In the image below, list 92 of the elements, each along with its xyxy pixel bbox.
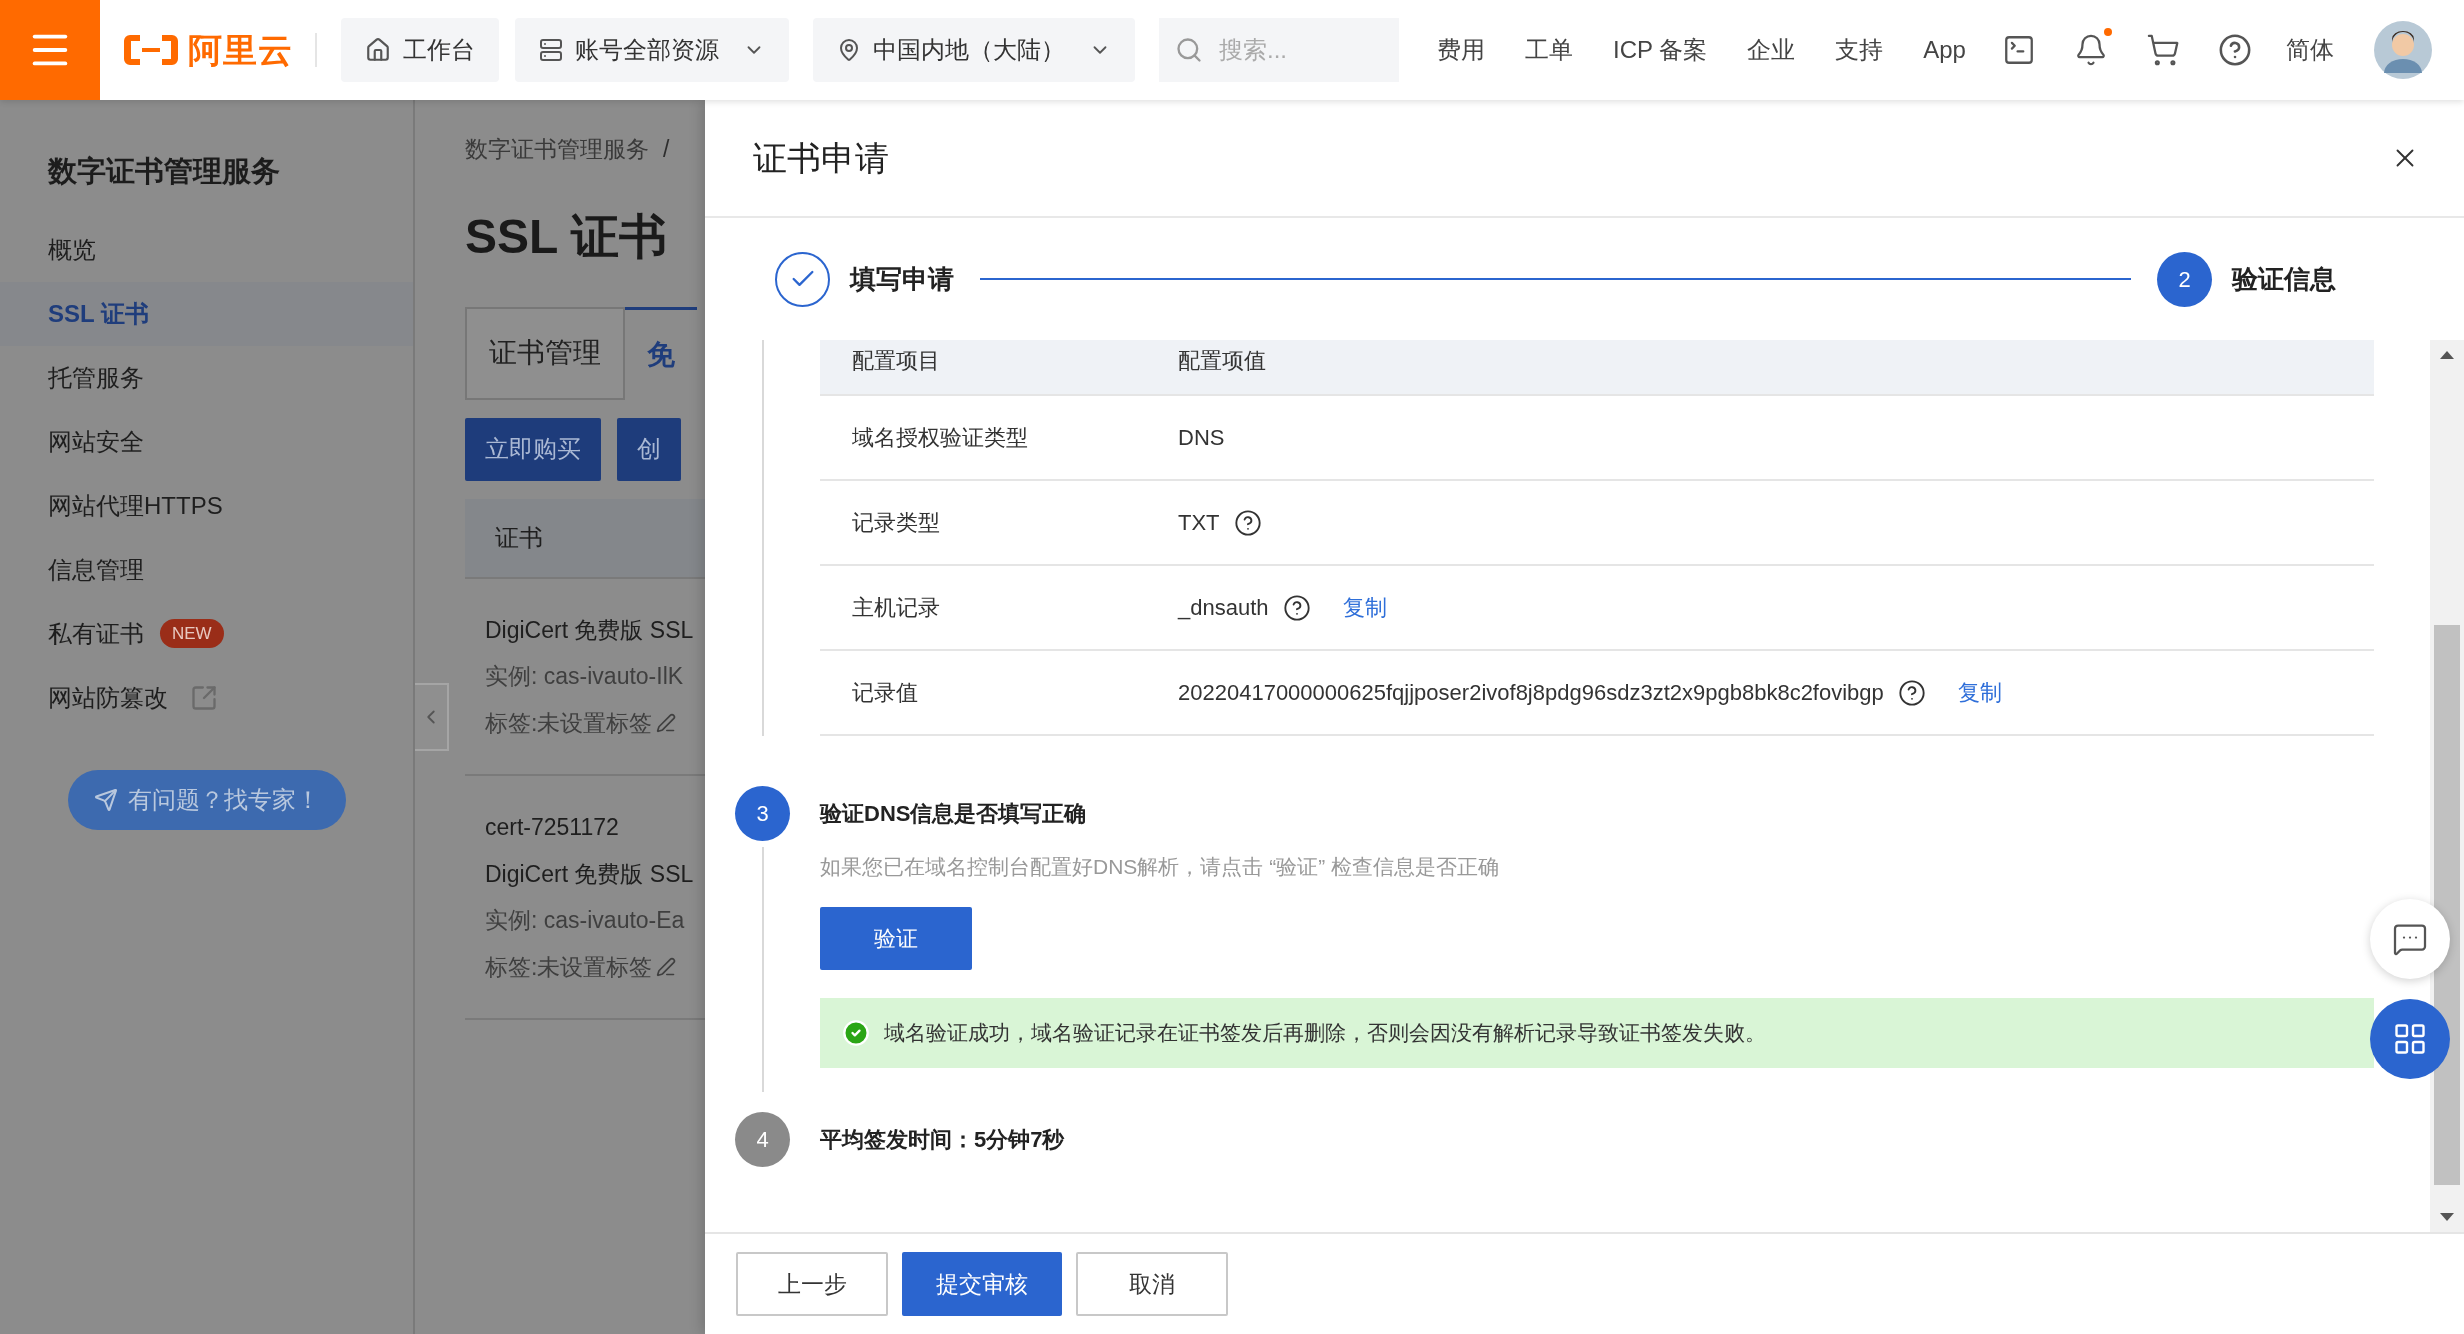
- tag-text: 标签:未设置标签: [485, 708, 653, 738]
- alert-text: 域名验证成功，域名验证记录在证书签发后再删除，否则会因没有解析记录导致证书签发失败。: [884, 1019, 1766, 1046]
- scroll-down-icon[interactable]: [2440, 1212, 2454, 1222]
- page-title: SSL 证书: [465, 208, 668, 265]
- sidebar-item-label: 信息管理: [48, 554, 144, 585]
- nav-link[interactable]: ICP 备案: [1613, 32, 1708, 68]
- search-field[interactable]: 搜索...: [1159, 18, 1399, 82]
- new-badge: NEW: [160, 618, 224, 649]
- scroll-up-icon[interactable]: [2440, 350, 2454, 360]
- certificate-id: cert-7251172: [485, 813, 620, 842]
- sidebar-item[interactable]: 网站安全: [0, 409, 413, 474]
- search-icon: [1175, 36, 1203, 64]
- copy-link[interactable]: 复制: [1957, 676, 2002, 709]
- logo-icon: [122, 32, 180, 68]
- table-cell-text: _dnsauth: [1178, 594, 1269, 622]
- nav-link[interactable]: App: [1923, 32, 1966, 68]
- footer-button[interactable]: 提交审核: [902, 1252, 1062, 1316]
- edit-icon[interactable]: [656, 956, 677, 977]
- cart-icon[interactable]: [2145, 33, 2180, 67]
- nav-link[interactable]: 工单: [1525, 32, 1573, 68]
- drawer-title: 证书申请: [753, 137, 889, 179]
- logo-text: 阿里云: [188, 29, 293, 71]
- help-icon[interactable]: [1282, 593, 1311, 622]
- action-button[interactable]: 立即购买: [465, 417, 601, 481]
- location-pin-icon: [837, 38, 861, 62]
- section-title: 验证DNS信息是否填写正确: [820, 800, 1088, 828]
- instance-text: 实例: cas-ivauto-IlK: [485, 662, 685, 691]
- footer-button[interactable]: 上一步: [736, 1252, 888, 1316]
- section-description: 如果您已在域名控制台配置好DNS解析，请点击 “验证” 检查信息是否正确: [820, 854, 1500, 880]
- column-header: 配置项目: [852, 347, 941, 375]
- certificate-name: DigiCert 免费版 SSL: [485, 615, 695, 645]
- avatar[interactable]: [2373, 21, 2432, 79]
- language-link[interactable]: 简体: [2285, 32, 2334, 68]
- breadcrumb-separator: /: [663, 135, 670, 164]
- step-label: 验证信息: [2232, 262, 2336, 296]
- expert-help-button[interactable]: 有问题？找专家！: [68, 769, 346, 830]
- step-label: 填写申请: [850, 262, 954, 296]
- sidebar-item-label: 网站防篡改: [48, 682, 168, 713]
- section-title: 平均签发时间：5分钟7秒: [820, 1125, 1066, 1154]
- instance-text: 实例: cas-ivauto-Ea: [485, 906, 686, 935]
- menu-button[interactable]: [0, 0, 100, 100]
- sidebar-item[interactable]: 网站防篡改: [0, 665, 413, 730]
- verify-button[interactable]: 验证: [820, 906, 972, 970]
- table-cell-text: 域名授权验证类型: [852, 424, 1029, 452]
- region-dropdown[interactable]: 中国内地（大陆）: [813, 18, 1135, 82]
- sidebar-item[interactable]: 网站代理HTTPS: [0, 473, 413, 538]
- nav-link[interactable]: 费用: [1437, 32, 1485, 68]
- help-icon[interactable]: [2217, 33, 2252, 67]
- tag-text: 标签:未设置标签: [485, 952, 653, 982]
- scrollbar[interactable]: [2430, 340, 2464, 1232]
- edit-icon[interactable]: [656, 712, 677, 733]
- sidebar-item-label: 托管服务: [48, 362, 144, 393]
- server-icon: [539, 38, 563, 62]
- sidebar-item-label: 网站安全: [48, 426, 144, 457]
- copy-link[interactable]: 复制: [1342, 591, 1387, 624]
- help-icon[interactable]: [1233, 508, 1262, 537]
- sidebar-item[interactable]: 私有证书 NEW: [0, 601, 413, 666]
- resource-dropdown[interactable]: 账号全部资源: [515, 18, 789, 82]
- table-cell-text: 记录类型: [852, 509, 941, 537]
- nav-link[interactable]: 企业: [1747, 32, 1796, 68]
- help-icon[interactable]: [1897, 678, 1926, 707]
- grid-icon: [2392, 1021, 2428, 1057]
- sidebar-item[interactable]: SSL 证书: [0, 281, 413, 346]
- table-cell-text: DNS: [1178, 424, 1225, 452]
- sidebar-item[interactable]: 信息管理: [0, 537, 413, 602]
- collapse-handle[interactable]: [415, 683, 449, 751]
- column-header: 配置项值: [1178, 347, 1266, 375]
- sidebar-item[interactable]: 概览: [0, 217, 413, 282]
- footer-button[interactable]: 取消: [1076, 1252, 1228, 1316]
- sidebar-item-label: 概览: [48, 234, 96, 265]
- paper-plane-icon: [94, 787, 118, 812]
- tab[interactable]: 证书管理: [465, 306, 625, 400]
- workbench-button[interactable]: 工作台: [341, 18, 499, 82]
- action-button[interactable]: 创: [617, 417, 681, 481]
- check-circle-icon: [842, 1018, 870, 1047]
- tab[interactable]: 免: [625, 306, 697, 400]
- sidebar-item-label: 网站代理HTTPS: [48, 490, 223, 521]
- home-icon: [365, 37, 391, 63]
- sidebar-item-label: SSL 证书: [48, 298, 149, 329]
- table-header: 证书: [465, 498, 705, 579]
- table-cell-text: 记录值: [852, 679, 919, 707]
- table-cell-text: 主机记录: [852, 594, 941, 622]
- sidebar-item[interactable]: 托管服务: [0, 345, 413, 410]
- table-cell-text: 20220417000000625fqjjposer2ivof8j8pdg96sdz3zt2x9pgb8bk8c2fovibgp: [1178, 679, 1884, 707]
- breadcrumb-link[interactable]: 数字证书管理服务: [465, 132, 649, 167]
- sidebar-item-label: 私有证书: [48, 618, 144, 649]
- chat-button[interactable]: [2370, 899, 2450, 979]
- chat-icon: [2392, 921, 2428, 957]
- sidebar-title: 数字证书管理服务: [48, 154, 281, 189]
- table-cell-text: TXT: [1178, 509, 1220, 537]
- nav-link[interactable]: 支持: [1835, 32, 1884, 68]
- certificate-name: DigiCert 免费版 SSL: [485, 859, 695, 889]
